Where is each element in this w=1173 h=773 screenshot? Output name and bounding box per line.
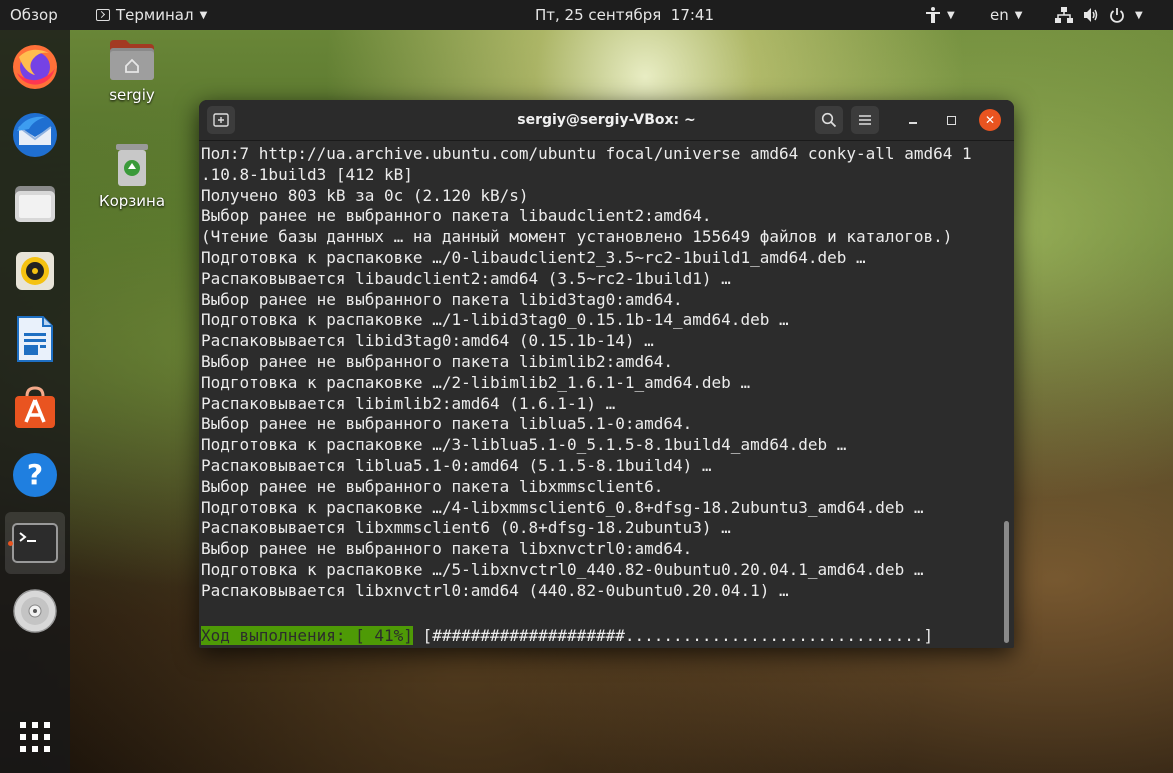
terminal-line: Распаковывается libaudclient2:amd64 (3.5… <box>201 268 731 288</box>
dock-item-help[interactable]: ? <box>5 444 65 506</box>
power-icon <box>1110 8 1124 23</box>
terminal-line: Распаковывается libid3tag0:amd64 (0.15.1… <box>201 331 654 351</box>
progress-bar-text: [####################...................… <box>412 626 934 645</box>
terminal-line: Выбор ранее не выбранного пакета liblua5… <box>201 414 693 434</box>
dock: ? <box>0 30 70 773</box>
terminal-line: Пол:7 http://ua.archive.ubuntu.com/ubunt… <box>201 144 972 163</box>
help-icon: ? <box>13 453 57 497</box>
progress-line: Ход выполнения: [ 41%] [################… <box>201 625 933 646</box>
desktop-home-folder[interactable]: sergiy <box>87 38 177 104</box>
terminal-line: Распаковывается libxmmsclient6 (0.8+dfsg… <box>201 518 731 538</box>
svg-text:?: ? <box>27 458 43 491</box>
terminal-line: Распаковывается libxnvctrl0:amd64 (440.8… <box>201 580 789 600</box>
window-title: sergiy@sergiy-VBox: ~ <box>517 112 696 128</box>
hamburger-menu-icon <box>859 115 871 125</box>
accessibility-menu[interactable]: ▼ <box>925 0 955 30</box>
scrollbar-thumb[interactable] <box>1004 521 1009 643</box>
close-button[interactable]: ✕ <box>979 109 1001 131</box>
terminal-output[interactable]: Пол:7 http://ua.archive.ubuntu.com/ubunt… <box>199 141 1014 648</box>
activities-button[interactable]: Обзор <box>10 0 58 30</box>
terminal-line: Получено 803 kB за 0с (2.120 kB/s) <box>201 185 529 205</box>
scrollbar[interactable] <box>1004 141 1012 648</box>
accessibility-icon <box>926 7 940 23</box>
terminal-line: Подготовка к распаковке …/4-libxmmsclien… <box>201 497 924 517</box>
window-headerbar[interactable]: sergiy@sergiy-VBox: ~ ✕ <box>199 100 1014 141</box>
close-icon: ✕ <box>984 113 996 127</box>
progress-label: Ход выполнения: [ 41%] <box>201 626 413 645</box>
dvd-icon <box>13 589 57 633</box>
terminal-line: Выбор ранее не выбранного пакета libxnvc… <box>201 539 693 559</box>
chevron-down-icon: ▼ <box>947 9 955 21</box>
terminal-line: .10.8-1build3 [412 kB] <box>201 164 413 184</box>
terminal-line: Подготовка к распаковке …/2-libimlib2_1.… <box>201 372 751 392</box>
chevron-down-icon: ▼ <box>1014 9 1023 21</box>
search-button[interactable] <box>815 106 843 134</box>
terminal-line: (Чтение базы данных … на данный момент у… <box>201 227 953 247</box>
language-label: en <box>990 6 1009 24</box>
home-folder-icon <box>110 40 154 80</box>
dock-item-dvd[interactable] <box>5 580 65 642</box>
clock-label: Пт, 25 сентября 17:41 <box>535 6 715 24</box>
show-apps-icon <box>20 722 50 752</box>
dock-item-thunderbird[interactable] <box>5 104 65 166</box>
trash-label: Корзина <box>98 192 166 210</box>
thunderbird-icon <box>13 113 57 157</box>
terminal-line: Подготовка к распаковке …/5-libxnvctrl0_… <box>201 560 924 579</box>
terminal-line: Распаковывается libimlib2:amd64 (1.6.1-1… <box>201 393 616 413</box>
network-icon <box>1055 7 1073 23</box>
minimize-icon <box>909 122 917 124</box>
files-icon <box>15 186 55 222</box>
terminal-line: Выбор ранее не выбранного пакета libxmms… <box>201 476 664 496</box>
terminal-line: Подготовка к распаковке …/0-libaudclient… <box>201 248 866 267</box>
dock-item-writer[interactable] <box>5 308 65 370</box>
terminal-line: Выбор ранее не выбранного пакета libaudc… <box>201 206 712 226</box>
chevron-down-icon: ▼ <box>1135 9 1143 21</box>
app-menu-button[interactable]: Терминал ▼ <box>96 0 207 30</box>
home-folder-label: sergiy <box>109 86 155 104</box>
dock-item-software[interactable] <box>5 376 65 438</box>
terminal-line: Выбор ранее не выбранного пакета libid3t… <box>201 289 683 309</box>
firefox-icon <box>13 45 57 89</box>
maximize-icon <box>946 115 956 125</box>
clock-button[interactable]: Пт, 25 сентября 17:41 <box>535 0 714 30</box>
maximize-button[interactable] <box>940 109 962 131</box>
software-center-icon <box>15 386 55 428</box>
terminal-line: Подготовка к распаковке …/1-libid3tag0_0… <box>201 310 789 330</box>
language-menu[interactable]: en ▼ <box>990 0 1022 30</box>
menu-button[interactable] <box>851 106 879 134</box>
show-apps-button[interactable] <box>5 706 65 768</box>
activities-label: Обзор <box>10 6 58 24</box>
app-menu-label: Терминал <box>116 6 194 24</box>
search-icon <box>821 112 837 128</box>
terminal-line: Выбор ранее не выбранного пакета libimli… <box>201 352 674 371</box>
volume-icon <box>1084 8 1098 22</box>
dock-item-rhythmbox[interactable] <box>5 240 65 302</box>
terminal-icon <box>96 9 110 21</box>
desktop-trash[interactable]: Корзина <box>87 142 177 210</box>
terminal-window: sergiy@sergiy-VBox: ~ ✕ Пол:7 http://ua.… <box>199 100 1014 648</box>
trash-icon <box>116 144 148 186</box>
dock-item-terminal[interactable] <box>5 512 65 574</box>
terminal-line: Распаковывается liblua5.1-0:amd64 (5.1.5… <box>201 456 712 475</box>
terminal-line: Подготовка к распаковке …/3-liblua5.1-0_… <box>201 435 847 455</box>
chevron-down-icon: ▼ <box>199 9 208 21</box>
rhythmbox-icon <box>16 252 54 290</box>
libreoffice-writer-icon <box>17 316 53 362</box>
running-indicator <box>8 541 13 546</box>
dock-item-files[interactable] <box>5 172 65 234</box>
terminal-icon <box>12 523 58 563</box>
minimize-button[interactable] <box>902 109 924 131</box>
system-menu[interactable]: ▼ <box>1055 0 1143 30</box>
top-bar: Обзор Терминал ▼ Пт, 25 сентября 17:41 ▼… <box>0 0 1173 30</box>
dock-item-firefox[interactable] <box>5 36 65 98</box>
